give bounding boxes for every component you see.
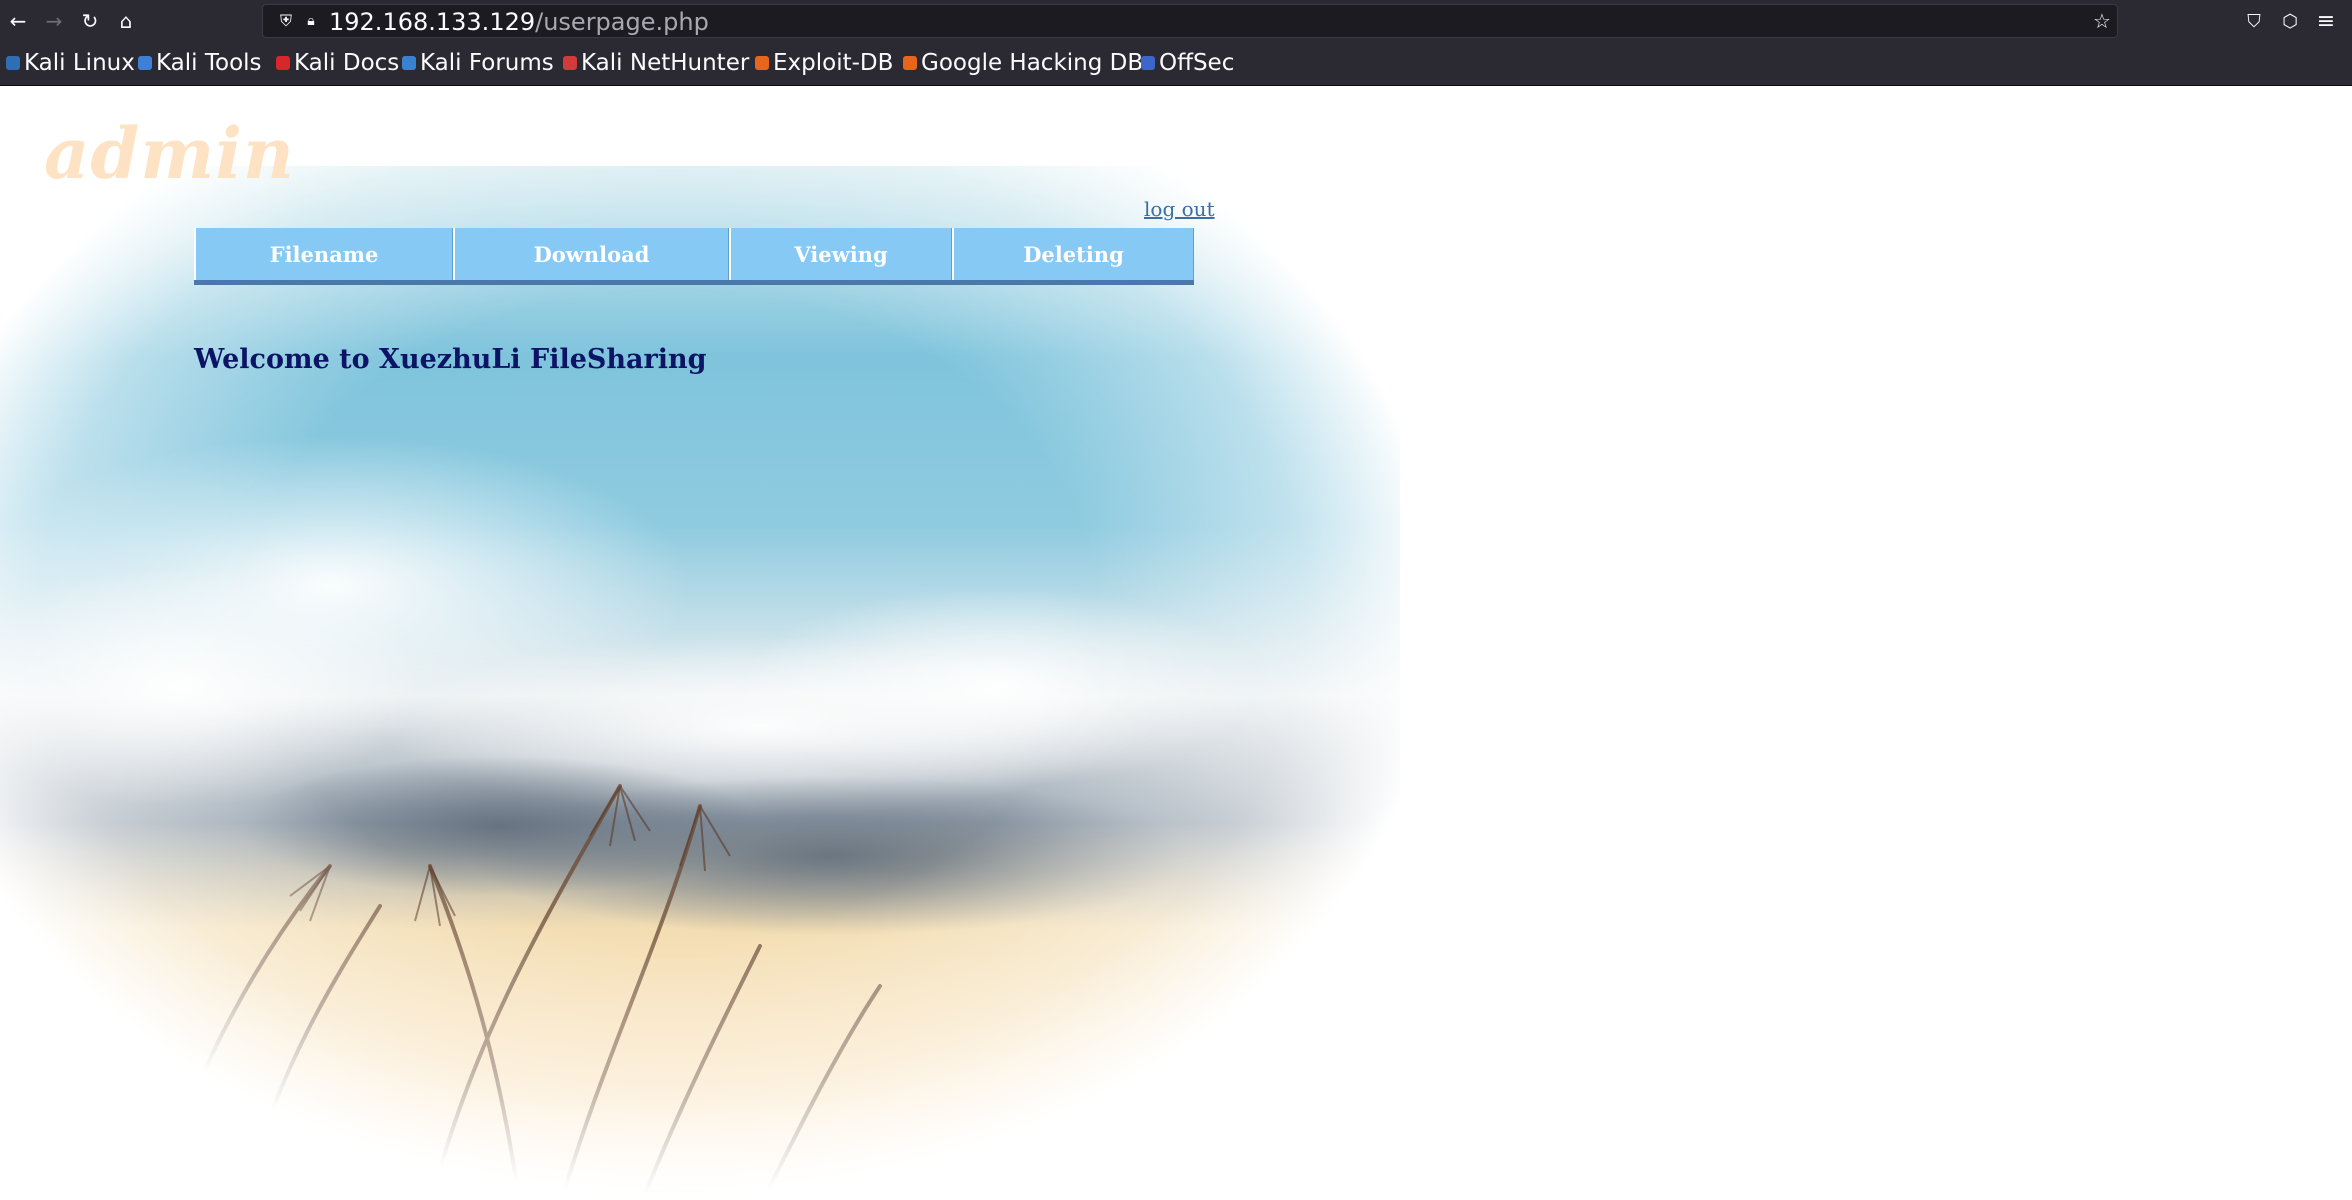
bookmark-label: Exploit-DB <box>773 50 894 76</box>
bookmark-kali-linux[interactable]: Kali Linux <box>6 48 135 78</box>
bookmark-label: Kali Forums <box>420 50 554 76</box>
menu-icon[interactable]: ≡ <box>2311 6 2341 36</box>
address-bar[interactable]: ⛨ 🔒︎ 192.168.133.129/userpage.php ☆ <box>262 4 2118 38</box>
url-text[interactable]: 192.168.133.129/userpage.php <box>329 9 709 35</box>
extensions-icon[interactable]: ⬡ <box>2275 6 2305 36</box>
bookmark-label: Kali NetHunter <box>581 50 750 76</box>
kali-docs-icon <box>276 56 290 70</box>
logout-link[interactable]: log out <box>1144 197 1215 221</box>
kali-linux-icon <box>6 56 20 70</box>
reload-icon[interactable]: ↻ <box>75 6 105 36</box>
shield-icon[interactable]: ⛨ <box>273 8 299 34</box>
url-path: /userpage.php <box>535 8 709 36</box>
lock-icon[interactable]: 🔒︎ <box>298 8 324 34</box>
file-menu-table: Filename Download Viewing Deleting <box>194 228 1194 285</box>
bookmark-kali-nethunter[interactable]: Kali NetHunter <box>563 48 749 78</box>
user-title: admin <box>44 112 295 195</box>
page-content: admin log out Filename Download Viewing … <box>0 86 2352 1200</box>
bookmark-kali-forums[interactable]: Kali Forums <box>402 48 554 78</box>
bookmark-label: Kali Tools <box>156 50 262 76</box>
browser-toolbar: ← → ↻ ⌂ ⛨ 🔒︎ 192.168.133.129/userpage.ph… <box>0 0 2352 42</box>
pocket-icon[interactable]: ⛉ <box>2239 6 2269 36</box>
home-icon[interactable]: ⌂ <box>111 6 141 36</box>
exploit-db-icon <box>755 56 769 70</box>
bookmark-label: Kali Linux <box>24 50 135 76</box>
bookmarks-toolbar: Kali Linux Kali Tools Kali Docs Kali For… <box>0 42 2352 86</box>
kali-tools-icon <box>138 56 152 70</box>
url-host: 192.168.133.129 <box>329 8 536 36</box>
bookmark-kali-tools[interactable]: Kali Tools <box>138 48 262 78</box>
menu-download[interactable]: Download <box>453 228 729 280</box>
menu-filename[interactable]: Filename <box>194 228 453 280</box>
google-hacking-db-icon <box>903 56 917 70</box>
bookmark-offsec[interactable]: OffSec <box>1141 48 1234 78</box>
welcome-heading: Welcome to XuezhuLi FileSharing <box>194 344 707 375</box>
bookmark-label: Kali Docs <box>294 50 400 76</box>
menu-viewing[interactable]: Viewing <box>729 228 952 280</box>
kali-nethunter-icon <box>563 56 577 70</box>
bookmark-kali-docs[interactable]: Kali Docs <box>276 48 399 78</box>
sky-grass-background-image <box>0 166 1400 1200</box>
bookmark-label: OffSec <box>1159 50 1235 76</box>
bookmark-google-hacking-db[interactable]: Google Hacking DB <box>903 48 1143 78</box>
star-icon[interactable]: ☆ <box>2089 8 2115 34</box>
back-icon[interactable]: ← <box>3 6 33 36</box>
forward-icon[interactable]: → <box>39 6 69 36</box>
bookmark-exploit-db[interactable]: Exploit-DB <box>755 48 893 78</box>
bookmark-label: Google Hacking DB <box>921 50 1144 76</box>
menu-deleting[interactable]: Deleting <box>952 228 1194 280</box>
offsec-icon <box>1141 56 1155 70</box>
kali-forums-icon <box>402 56 416 70</box>
